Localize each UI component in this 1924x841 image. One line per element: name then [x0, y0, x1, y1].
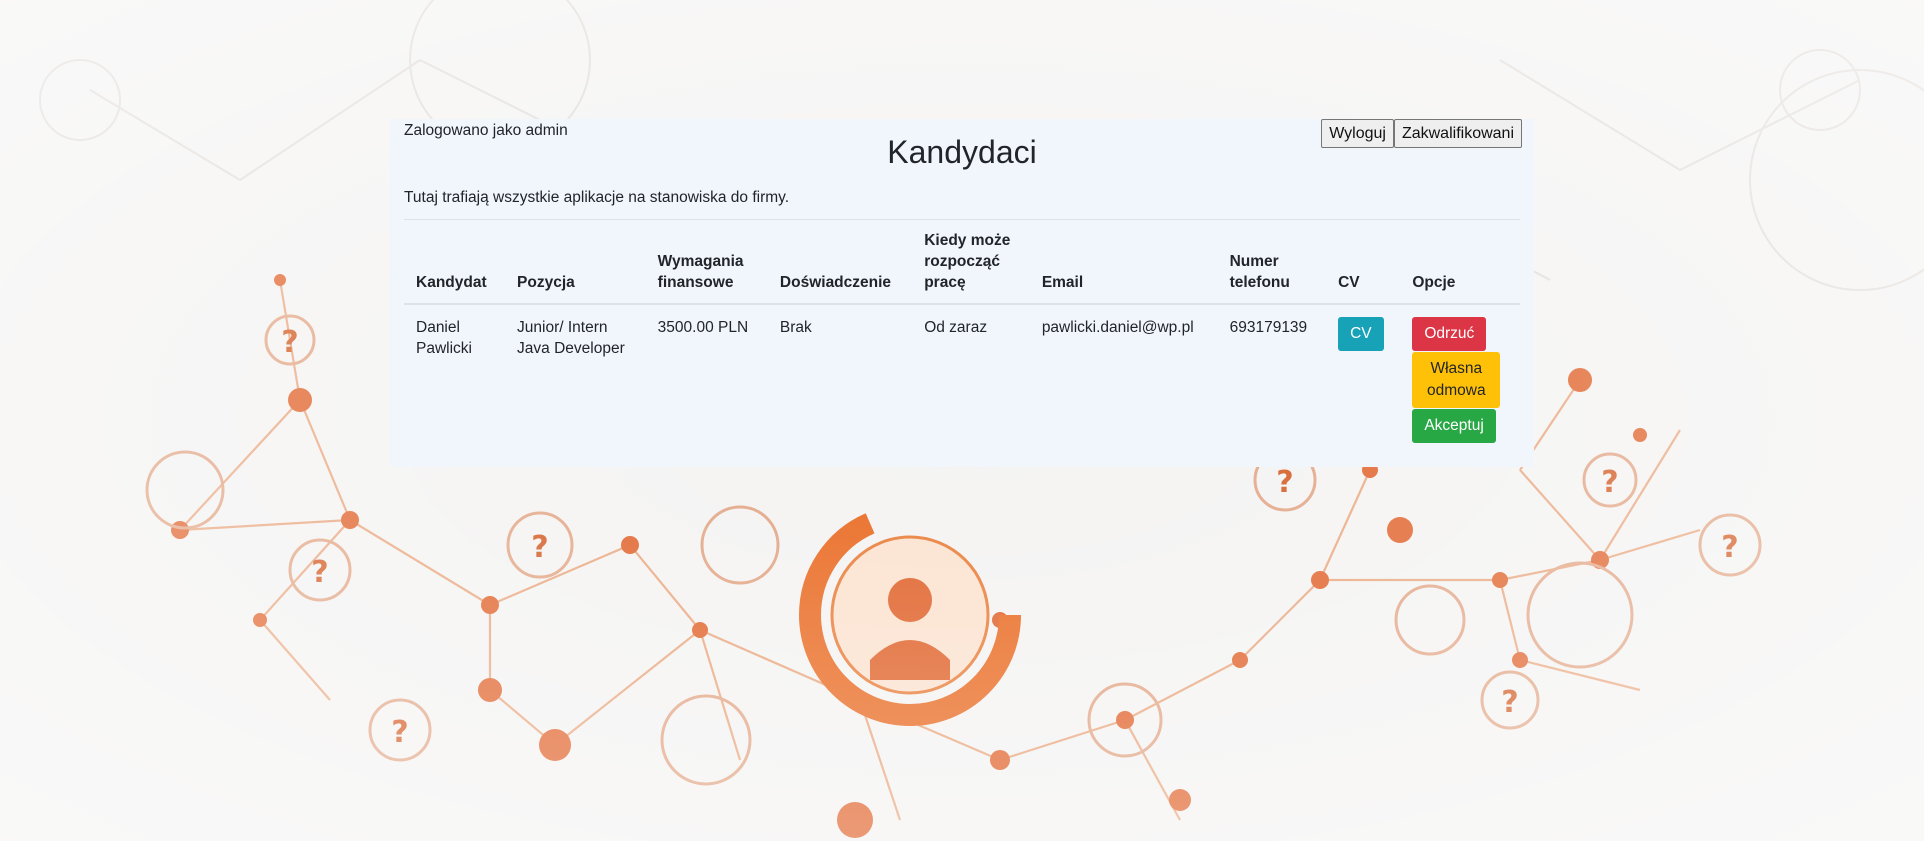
column-header-phone: Numer telefonu — [1217, 220, 1327, 305]
column-header-email: Email — [1029, 220, 1218, 305]
column-header-experience: Doświadczenie — [767, 220, 913, 305]
column-header-position: Pozycja — [505, 220, 646, 305]
table-row: Daniel Pawlicki Junior/ Intern Java Develo… — [404, 304, 1520, 455]
column-header-cv: CV — [1326, 220, 1401, 305]
reject-button[interactable]: Odrzuć — [1412, 317, 1487, 351]
cell-position: Junior/ Intern Java Developer — [517, 319, 625, 357]
options-group: Odrzuć Własna odmowa Akceptuj — [1412, 317, 1508, 443]
table-header-row: Kandydat Pozycja Wymagania finansowe Dośw… — [404, 220, 1520, 305]
page: ? ? ? ? ? ? ? ? Zalogowano jako admin Wy… — [0, 0, 1924, 841]
logged-in-text: Zalogowano jako admin — [404, 122, 568, 139]
cv-button[interactable]: CV — [1338, 317, 1384, 351]
qualified-button[interactable]: Zakwalifikowani — [1393, 119, 1522, 148]
accept-button[interactable]: Akceptuj — [1412, 409, 1496, 443]
cell-candidate: Daniel Pawlicki — [416, 319, 472, 357]
cell-email: pawlicki.daniel@wp.pl — [1041, 319, 1194, 336]
cell-start: Od zaraz — [924, 319, 988, 336]
column-header-start: Kiedy może rozpocząć pracę — [912, 220, 1030, 305]
column-header-candidate: Kandydat — [404, 220, 506, 305]
intro-text: Tutaj trafiają wszystkie aplikacje na st… — [404, 189, 790, 206]
candidates-table: Kandydat Pozycja Wymagania finansowe Dośw… — [404, 220, 1520, 455]
cell-salary: 3500.00 PLN — [657, 319, 749, 336]
cell-experience: Brak — [779, 319, 812, 336]
candidates-panel: Zalogowano jako admin Wyloguj Zakwalifik… — [390, 119, 1534, 467]
column-header-options: Opcje — [1400, 220, 1520, 305]
cell-options: Odrzuć Własna odmowa Akceptuj — [1400, 304, 1520, 455]
logout-button[interactable]: Wyloguj — [1321, 119, 1394, 148]
custom-reject-button[interactable]: Własna odmowa — [1412, 352, 1501, 408]
column-header-salary: Wymagania finansowe — [645, 220, 768, 305]
header-buttons: Wyloguj Zakwalifikowani — [1321, 119, 1522, 148]
cell-phone: 693179139 — [1229, 319, 1308, 336]
cell-cv: CV — [1326, 304, 1400, 455]
